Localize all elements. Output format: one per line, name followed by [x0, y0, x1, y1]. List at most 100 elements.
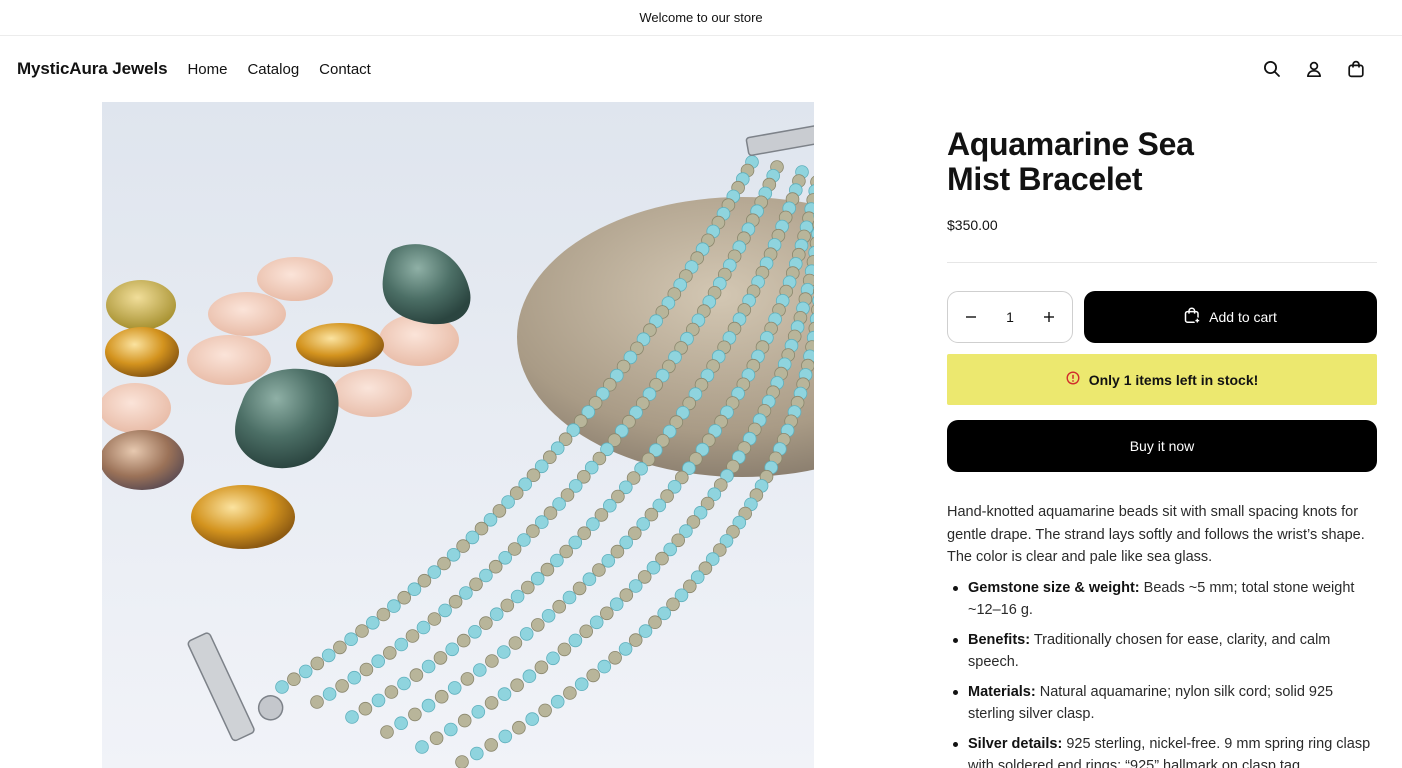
cart-icon[interactable] [1346, 59, 1366, 79]
product-info: Aquamarine Sea Mist Bracelet $350.00 1 A… [947, 102, 1377, 768]
product-section: Aquamarine Sea Mist Bracelet $350.00 1 A… [0, 102, 1402, 768]
bead [530, 618, 545, 632]
bead [347, 670, 362, 685]
bead [485, 654, 499, 668]
bead [525, 712, 540, 726]
bead [443, 722, 458, 737]
bead [608, 650, 622, 665]
bead [382, 646, 397, 660]
bead [628, 633, 643, 647]
bead [405, 629, 420, 643]
bead [557, 642, 572, 657]
nav-catalog[interactable]: Catalog [247, 61, 299, 78]
bead [510, 678, 524, 692]
bead [579, 624, 594, 639]
warning-icon [1066, 371, 1080, 388]
list-item: Gemstone size & weight: Beads ~5 mm; tot… [947, 577, 1377, 622]
divider [947, 262, 1377, 263]
quantity-input[interactable]: 1 [1006, 309, 1014, 325]
bead [568, 633, 583, 648]
bead [619, 588, 634, 602]
bead [609, 597, 624, 612]
bead [433, 651, 448, 665]
purchase-row: 1 Add to cart [947, 291, 1377, 343]
bead [638, 624, 653, 638]
stock-notice: Only 1 items left in stock! [947, 354, 1377, 405]
announcement-bar: Welcome to our store [0, 0, 1402, 36]
bead [298, 664, 313, 679]
bead [500, 598, 515, 613]
bead [541, 608, 556, 623]
bead [427, 565, 442, 579]
bead [322, 687, 337, 701]
bead [563, 686, 577, 700]
bead [550, 694, 565, 709]
bead [489, 607, 504, 622]
add-to-cart-button[interactable]: Add to cart [1084, 291, 1377, 343]
bead [550, 553, 564, 568]
bead [471, 704, 486, 719]
announcement-text: Welcome to our store [639, 10, 763, 25]
bead [479, 616, 493, 630]
buy-now-label: Buy it now [1129, 438, 1195, 454]
bead [445, 642, 460, 657]
bead [384, 685, 399, 699]
store-logo[interactable]: MysticAura Jewels [17, 59, 168, 79]
bead [321, 648, 336, 663]
bead [540, 562, 555, 577]
feature-label: Silver details: [968, 735, 1063, 752]
bead [417, 573, 432, 588]
bead [365, 615, 380, 630]
bead [522, 669, 537, 683]
product-title: Aquamarine Sea Mist Bracelet [947, 126, 1194, 197]
bead [434, 689, 449, 704]
plus-icon[interactable] [1040, 308, 1058, 326]
bead [601, 553, 616, 568]
bead [408, 707, 422, 722]
bead [407, 582, 422, 597]
account-icon[interactable] [1304, 59, 1324, 79]
bead [448, 594, 463, 609]
buy-now-button[interactable]: Buy it now [947, 420, 1377, 472]
bead [597, 659, 612, 674]
bead [376, 607, 391, 622]
bead [469, 746, 484, 761]
bead [510, 589, 525, 604]
list-item: Materials: Natural aquamarine; nylon sil… [947, 681, 1377, 726]
bead [371, 654, 386, 668]
bead [520, 580, 535, 595]
list-item: Benefits: Traditionally chosen for ease,… [947, 629, 1377, 674]
bead [310, 656, 325, 671]
bead [358, 701, 373, 716]
bead [415, 740, 429, 754]
feature-label: Materials: [968, 683, 1036, 700]
bead [546, 651, 560, 666]
bead [275, 680, 289, 694]
bead [344, 632, 358, 646]
bead [457, 713, 472, 728]
feature-label: Gemstone size & weight: [968, 579, 1140, 596]
bead [592, 563, 606, 577]
site-header: MysticAura Jewels Home Catalog Contact [0, 36, 1402, 102]
bead [380, 725, 394, 739]
bead [371, 693, 386, 708]
bead [582, 572, 597, 587]
bead [468, 624, 482, 639]
bead [355, 624, 369, 638]
nav-contact[interactable]: Contact [319, 61, 371, 78]
bead [538, 703, 552, 718]
bead [618, 642, 633, 656]
bead [472, 663, 487, 677]
nav-home[interactable]: Home [187, 61, 227, 78]
bead [586, 668, 601, 683]
bead [469, 577, 483, 592]
bead [387, 599, 401, 613]
bead [508, 636, 523, 650]
bead [455, 755, 469, 768]
minus-icon[interactable] [962, 308, 980, 326]
bead [359, 662, 374, 677]
product-image[interactable] [102, 102, 814, 768]
bead [497, 687, 512, 701]
search-icon[interactable] [1262, 59, 1282, 79]
bead [456, 633, 471, 648]
